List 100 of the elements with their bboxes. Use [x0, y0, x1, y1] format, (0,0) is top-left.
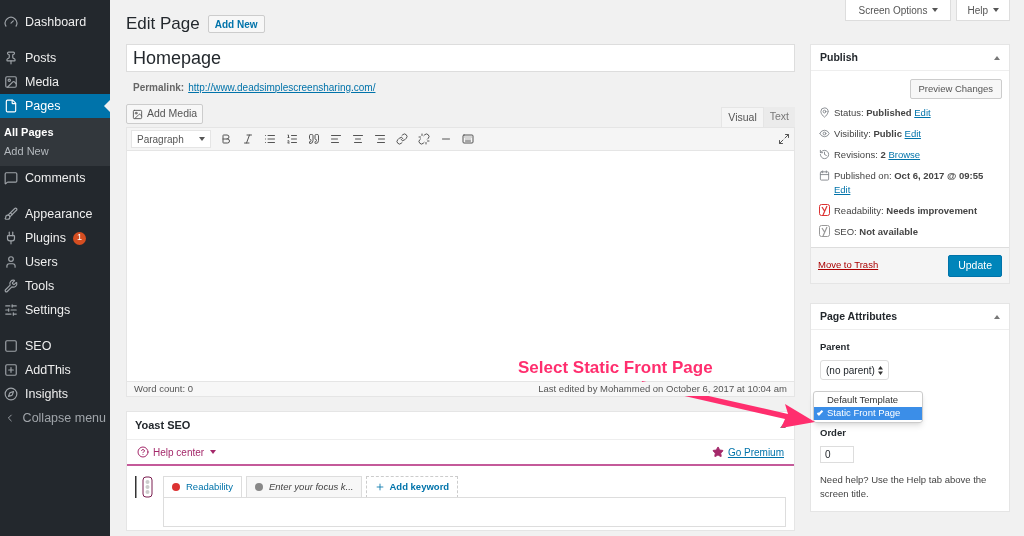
parent-select[interactable]: (no parent) — [820, 360, 889, 381]
sidebar-item[interactable]: Tools — [0, 274, 110, 298]
last-edited-text: Last edited by Mohammed on October 6, 2017 at 10:04 am — [538, 381, 787, 397]
go-premium-link[interactable]: Go Premium — [727, 444, 784, 460]
collapse-arrow-icon[interactable] — [994, 314, 1000, 319]
annotation-label: Select Static Front Page — [518, 358, 713, 377]
sidebar-item[interactable]: Collapse menu — [0, 406, 110, 430]
editor-tab[interactable]: Visual — [721, 107, 764, 127]
italic-icon[interactable] — [242, 133, 254, 145]
pin-icon — [4, 51, 18, 65]
edit-link[interactable]: Edit — [834, 184, 851, 195]
analysis-tab[interactable]: Readability — [163, 476, 242, 498]
sliders-icon — [4, 303, 18, 317]
sidebar-item[interactable]: Settings — [0, 298, 110, 322]
brush-icon — [4, 207, 18, 221]
plus-icon — [4, 363, 18, 377]
screen-options-tab[interactable]: Screen Options — [845, 0, 952, 21]
sidebar-item[interactable]: Media — [0, 70, 110, 94]
toolbar-toggle-icon[interactable] — [462, 133, 474, 145]
checkmark-icon — [816, 409, 824, 417]
align-left-icon[interactable] — [330, 133, 342, 145]
sidebar-item[interactable]: AddThis — [0, 358, 110, 382]
dropdown-option[interactable]: Default Template — [814, 394, 922, 407]
order-field[interactable]: 0 — [820, 445, 854, 463]
sidebar-item[interactable]: Appearance — [0, 202, 110, 226]
title-field[interactable]: Homepage — [126, 44, 795, 72]
plug-icon — [4, 231, 18, 245]
caret-icon — [993, 8, 999, 12]
sidebar-item[interactable]: SEO — [0, 334, 110, 358]
bold-icon[interactable] — [220, 133, 232, 145]
help-icon — [137, 446, 149, 458]
media-icon — [4, 75, 18, 89]
wrench-icon — [4, 279, 18, 293]
publish-detail: Revisions: 2 Browse — [834, 148, 921, 162]
link-icon[interactable] — [396, 133, 408, 145]
stepper-icon — [877, 365, 883, 375]
sidebar-item[interactable]: Insights — [0, 382, 110, 406]
panel-title: Page Attributes — [820, 308, 898, 324]
parent-label: Parent — [820, 340, 851, 354]
preview-changes-button[interactable]: Preview Changes — [909, 79, 1002, 99]
sidebar-item[interactable]: Pages — [0, 94, 110, 118]
panel-title: Publish — [820, 49, 858, 65]
submenu-item[interactable]: Add New — [0, 142, 110, 161]
calendar-icon — [819, 170, 830, 181]
traffic-light-icon — [135, 476, 153, 498]
publish-detail: SEO: Not available — [834, 225, 918, 239]
compass-icon — [4, 387, 18, 401]
caret-icon — [199, 137, 205, 141]
help-tab[interactable]: Help — [956, 0, 1010, 21]
word-count: Word count: 0 — [134, 381, 193, 396]
edit-link[interactable]: Edit — [914, 107, 931, 118]
permalink-link[interactable]: http://www.deadsimplescreensharing.com/ — [188, 79, 376, 95]
align-center-icon[interactable] — [352, 133, 364, 145]
history-icon — [819, 149, 830, 160]
collapse-arrow-icon[interactable] — [994, 55, 1000, 60]
numbered-list-icon[interactable] — [286, 133, 298, 145]
permalink-label: Permalink: — [133, 80, 185, 95]
quote-icon[interactable] — [308, 133, 320, 145]
eye-icon — [819, 128, 830, 139]
user-icon — [4, 255, 18, 269]
publish-detail: Readability: Needs improvement — [834, 204, 978, 218]
plus-icon — [375, 482, 386, 492]
bullet-list-icon[interactable] — [264, 133, 276, 145]
add-media-button[interactable]: Add Media — [126, 104, 204, 124]
comment-icon — [4, 171, 18, 185]
pin-icon — [819, 107, 830, 118]
dashboard-icon — [4, 15, 18, 29]
editor-tab[interactable]: Text — [763, 107, 795, 127]
sidebar-item[interactable]: Plugins 1 — [0, 226, 110, 250]
help-text: Need help? Use the Help tab above the screen title. — [820, 472, 988, 501]
star-icon — [711, 446, 724, 458]
caret-icon — [932, 8, 939, 12]
edit-link[interactable]: Edit — [904, 128, 921, 139]
panel-title: Yoast SEO — [135, 418, 191, 434]
add-new-button[interactable]: Add New — [207, 15, 265, 33]
page-title: Edit Page — [126, 13, 200, 36]
submenu-item[interactable]: All Pages — [0, 123, 110, 142]
sidebar-item[interactable]: Posts — [0, 46, 110, 70]
sidebar-item[interactable]: Users — [0, 250, 110, 274]
yoast-icon — [819, 204, 830, 216]
analysis-tab[interactable]: Enter your focus k... — [246, 476, 363, 498]
help-center-button[interactable]: Help center — [137, 444, 217, 460]
align-right-icon[interactable] — [374, 133, 386, 145]
update-button[interactable]: Update — [948, 254, 1002, 277]
pages-icon — [4, 99, 18, 113]
publish-detail: Published on: Oct 6, 2017 @ 09:55 Edit — [834, 169, 985, 197]
sidebar-item[interactable]: Comments — [0, 166, 110, 190]
move-to-trash-link[interactable]: Move to Trash — [818, 258, 879, 273]
count-badge: 1 — [73, 231, 86, 245]
sidebar-item[interactable]: Dashboard — [0, 10, 110, 34]
yoast-icon — [819, 225, 830, 237]
order-label: Order — [820, 426, 847, 441]
media-icon — [132, 108, 143, 120]
publish-detail: Status: Published Edit — [834, 106, 931, 120]
format-select[interactable]: Paragraph — [131, 130, 211, 148]
fullscreen-icon[interactable] — [778, 133, 790, 145]
current-pointer-icon — [104, 100, 110, 112]
unlink-icon[interactable] — [418, 133, 430, 145]
publish-detail: Visibility: Public Edit — [834, 127, 921, 141]
edit-link[interactable]: Browse — [888, 149, 921, 160]
